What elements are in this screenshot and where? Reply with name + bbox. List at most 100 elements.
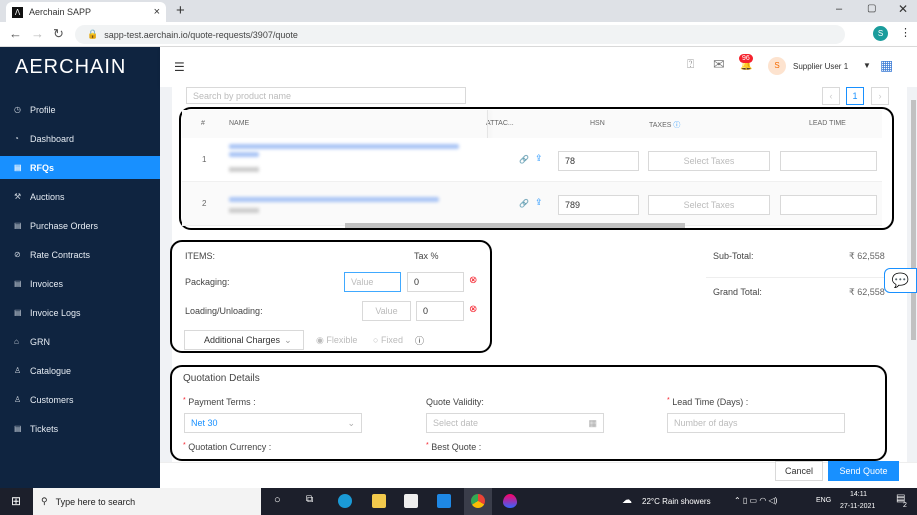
notification-badge: 96 <box>739 54 753 63</box>
close-tab-icon[interactable]: × <box>154 6 160 18</box>
tray-icons[interactable]: ⌃ ▯ ▭ ◠ ◁) <box>734 496 777 505</box>
taskbar-search[interactable]: ⚲ Type here to search <box>33 488 261 515</box>
reload-icon[interactable]: ↻ <box>53 26 64 42</box>
user-avatar[interactable]: S <box>768 57 786 75</box>
packaging-value-input[interactable]: Value <box>344 272 401 292</box>
sidebar-item-grn[interactable]: ⌂ GRN <box>0 330 160 353</box>
invoice-icon: ▤ <box>14 279 22 288</box>
page-scrollbar[interactable] <box>911 100 916 340</box>
page-1-button[interactable]: 1 <box>846 87 864 105</box>
user-name[interactable]: Supplier User 1 <box>793 62 848 71</box>
payment-terms-select[interactable]: Net 30 ⌄ <box>184 413 362 433</box>
mail-app-icon[interactable] <box>437 494 451 508</box>
fixed-radio[interactable]: ○ Fixed <box>373 335 403 345</box>
loading-value-input[interactable]: Value <box>362 301 411 321</box>
sidebar-item-dashboard[interactable]: ◔ Dashboard <box>0 127 160 150</box>
link-icon[interactable]: 🔗 <box>519 199 529 208</box>
lead-time-label: * Lead Time (Days) : <box>667 397 749 407</box>
upload-icon[interactable]: ⇪ <box>535 153 543 164</box>
log-icon: ▤ <box>14 308 22 317</box>
dashboard-icon: ◔ <box>14 134 19 143</box>
upload-icon[interactable]: ⇪ <box>535 197 543 208</box>
sidebar-item-auctions[interactable]: ⚒ Auctions <box>0 185 160 208</box>
mail-icon[interactable]: ✉ <box>713 56 725 73</box>
chat-button[interactable]: 💬 <box>884 268 917 293</box>
sidebar-item-invoice-logs[interactable]: ▤ Invoice Logs <box>0 301 160 324</box>
sidebar-item-rate-contracts[interactable]: ⊘ Rate Contracts <box>0 243 160 266</box>
sidebar-item-customers[interactable]: ♙ Customers <box>0 388 160 411</box>
sidebar-item-profile[interactable]: ◷ Profile <box>0 98 160 121</box>
search-icon: ⚲ <box>41 496 48 506</box>
taxes-select[interactable]: Select Taxes <box>648 195 770 215</box>
dropdown-label: Additional Charges <box>204 335 281 345</box>
product-name-link[interactable] <box>229 197 439 202</box>
packaging-tax-input[interactable]: 0 <box>407 272 464 292</box>
next-page-button[interactable]: › <box>871 87 889 105</box>
browser-tab[interactable]: Λ Aerchain SAPP × <box>6 2 166 22</box>
sidebar-item-catalogue[interactable]: ♙ Catalogue <box>0 359 160 382</box>
link-icon[interactable]: 🔗 <box>519 155 529 164</box>
table-header: # NAME ATTAC... HSN TAXES ⓘ LEAD TIME <box>182 110 882 138</box>
additional-charges-dropdown[interactable]: Additional Charges ⌄ <box>184 330 304 350</box>
close-window-icon[interactable]: ✕ <box>898 2 908 16</box>
order-icon: ▤ <box>14 221 22 230</box>
info-icon: ⓘ <box>415 336 425 346</box>
minimize-icon[interactable]: – <box>836 3 842 15</box>
quote-validity-datepicker[interactable]: Select date ▦ <box>426 413 604 433</box>
product-code <box>229 208 259 213</box>
store-icon[interactable] <box>404 494 418 508</box>
menu-icon[interactable]: ⋮ <box>900 26 911 39</box>
url-bar[interactable]: 🔒 sapp-test.aerchain.io/quote-requests/39… <box>75 25 845 44</box>
caret-down-icon[interactable]: ▼ <box>863 61 871 70</box>
sidebar-item-tickets[interactable]: ▤ Tickets <box>0 417 160 440</box>
maximize-icon[interactable]: ▢ <box>867 3 876 14</box>
weather-text[interactable]: 22°C Rain showers <box>642 497 711 506</box>
product-name-link[interactable] <box>229 152 259 157</box>
language-indicator[interactable]: ENG <box>816 497 831 504</box>
lead-time-cell-input[interactable] <box>780 151 877 171</box>
avatar-icon[interactable]: S <box>873 26 888 41</box>
clock-date[interactable]: 27-11-2021 <box>840 503 875 510</box>
catalog-icon[interactable]: ▦ <box>880 57 893 74</box>
subtotal-label: Sub-Total: <box>713 251 754 261</box>
hsn-input[interactable]: 78 <box>558 151 639 171</box>
new-tab-icon[interactable]: + <box>176 2 185 19</box>
table-horizontal-scrollbar[interactable] <box>345 223 685 228</box>
prev-page-button[interactable]: ‹ <box>822 87 840 105</box>
cancel-button[interactable]: Cancel <box>775 461 823 481</box>
back-icon[interactable]: ← <box>9 26 22 41</box>
clock-time[interactable]: 14:11 <box>850 491 867 498</box>
currency-label: * Quotation Currency : <box>183 442 272 452</box>
help-icon[interactable]: ⍰ <box>687 57 694 72</box>
search-placeholder: Type here to search <box>55 496 136 507</box>
windows-start-icon[interactable]: ⊞ <box>11 494 21 508</box>
hsn-input[interactable]: 789 <box>558 195 639 215</box>
paint-icon[interactable] <box>503 494 517 508</box>
label-text: Lead Time (Days) : <box>672 397 749 407</box>
remove-packaging-icon[interactable]: ⊗ <box>469 275 477 286</box>
lead-time-input[interactable]: Number of days <box>667 413 845 433</box>
task-view-icon[interactable]: ⧉ <box>306 494 313 505</box>
chrome-icon[interactable] <box>471 494 485 508</box>
payment-terms-label: * Payment Terms : <box>183 397 256 407</box>
send-quote-button[interactable]: Send Quote <box>828 461 899 481</box>
sidebar-item-purchase-orders[interactable]: ▤ Purchase Orders <box>0 214 160 237</box>
edge-icon[interactable] <box>338 494 352 508</box>
product-name-link[interactable] <box>229 144 459 149</box>
loading-tax-input[interactable]: 0 <box>416 301 464 321</box>
packaging-label: Packaging: <box>185 277 230 287</box>
sidebar-item-label: Tickets <box>30 423 59 434</box>
taxes-select[interactable]: Select Taxes <box>648 151 770 171</box>
forward-icon[interactable]: → <box>31 26 44 41</box>
collapse-menu-icon[interactable]: ☰ <box>174 60 185 74</box>
lead-time-cell-input[interactable] <box>780 195 877 215</box>
sidebar-item-invoices[interactable]: ▤ Invoices <box>0 272 160 295</box>
product-search-input[interactable]: Search by product name <box>186 87 466 104</box>
flexible-radio[interactable]: ◉ Flexible <box>316 335 357 346</box>
remove-loading-icon[interactable]: ⊗ <box>469 304 477 315</box>
best-quote-label: * Best Quote : <box>426 442 482 452</box>
cortana-icon[interactable]: ○ <box>274 494 281 506</box>
sidebar-item-rfqs[interactable]: ▤ RFQs <box>0 156 160 179</box>
file-explorer-icon[interactable] <box>372 494 386 508</box>
contract-icon: ⊘ <box>14 250 21 259</box>
